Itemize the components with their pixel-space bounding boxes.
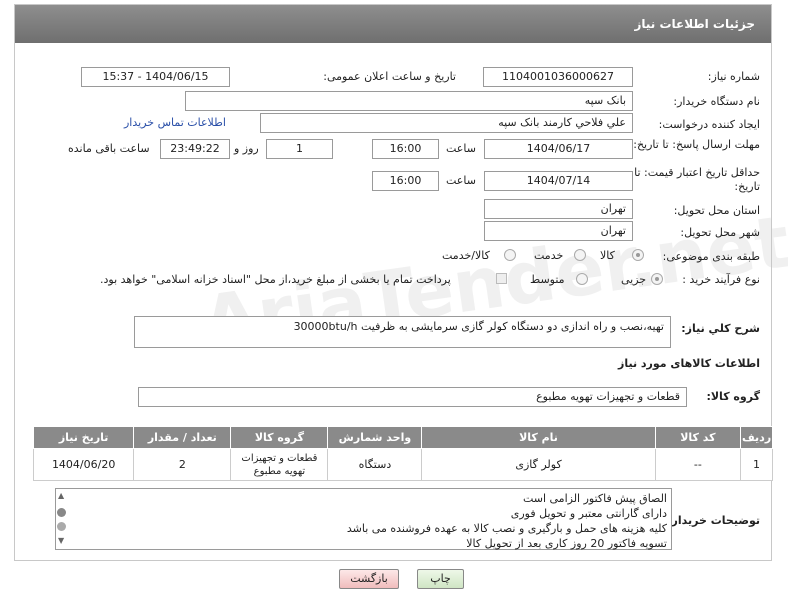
col-name-header: نام کالا: [421, 426, 656, 449]
col-row-header: ردیف: [740, 426, 773, 449]
city-field[interactable]: تهران: [484, 221, 633, 241]
col-qty-header: تعداد / مقدار: [133, 426, 232, 449]
scroll-thumb-icon[interactable]: [57, 508, 66, 517]
announce-label: تاریخ و ساعت اعلان عمومی:: [323, 70, 456, 83]
goods-group-field[interactable]: قطعات و تجهیزات تهویه مطبوع: [138, 387, 687, 407]
need-number-field[interactable]: 1104001036000627: [483, 67, 633, 87]
reply-time-label: ساعت: [446, 142, 476, 155]
category-label: طبقه بندی موضوعی:: [662, 250, 760, 263]
price-date-field[interactable]: 1404/07/14: [484, 171, 633, 191]
remaining-label: ساعت باقی مانده: [68, 142, 150, 155]
process-label: نوع فرآیند خرید :: [682, 273, 760, 286]
category-radio-goods[interactable]: [632, 249, 644, 261]
cell-date: 1404/06/20: [32, 448, 135, 481]
scroll-dot-icon: [57, 522, 66, 531]
notes-line: تسویه فاکتور 20 روز کاری بعد از تحویل کا…: [466, 537, 667, 550]
treasury-checkbox[interactable]: [496, 273, 507, 284]
price-time-label: ساعت: [446, 174, 476, 187]
category-service-label: خدمت: [534, 249, 564, 262]
notes-line: کلیه هزینه های حمل و بارگیری و نصب کالا …: [346, 522, 667, 535]
goods-table: ردیف کد کالا نام کالا واحد شمارش گروه کا…: [32, 426, 773, 481]
category-radio-both[interactable]: [504, 249, 516, 261]
payment-note: پرداخت تمام یا بخشی از مبلغ خرید،از محل …: [100, 273, 451, 286]
table-row[interactable]: 1 -- کولر گازی دستگاه قطعات و تجهیزات ته…: [32, 448, 773, 481]
col-code-header: کد کالا: [654, 426, 742, 449]
notes-scrollbar[interactable]: ▲ ▼: [55, 489, 69, 549]
scroll-up-icon[interactable]: ▲: [58, 491, 64, 500]
cell-code: --: [654, 448, 742, 481]
back-button[interactable]: بازگشت: [339, 569, 399, 589]
remaining-time-field[interactable]: 23:49:22: [160, 139, 230, 159]
notes-line: دارای گارانتی معتبر و تحویل فوری: [510, 507, 667, 520]
creator-field[interactable]: علي فلاحي کارمند بانک سپه: [260, 113, 633, 133]
buyer-org-label: نام دستگاه خریدار:: [673, 95, 760, 108]
process-medium-label: متوسط: [530, 273, 565, 286]
goods-group-label: گروه کالا:: [706, 390, 760, 403]
days-label: روز و: [234, 142, 259, 155]
col-unit-header: واحد شمارش: [327, 426, 423, 449]
category-radio-service[interactable]: [574, 249, 586, 261]
page-title: جزئیات اطلاعات نیاز: [634, 17, 755, 31]
need-number-label: شماره نیاز:: [707, 70, 760, 83]
table-header-row: ردیف کد کالا نام کالا واحد شمارش گروه کا…: [32, 426, 773, 449]
announce-field[interactable]: 1404/06/15 - 15:37: [81, 67, 230, 87]
province-field[interactable]: تهران: [484, 199, 633, 219]
reply-date-field[interactable]: 1404/06/17: [484, 139, 633, 159]
description-label: شرح کلي نياز:: [681, 322, 760, 335]
province-label: استان محل تحویل:: [673, 204, 760, 217]
process-radio-medium[interactable]: [576, 273, 588, 285]
cell-row: 1: [740, 448, 773, 481]
process-radio-minor[interactable]: [651, 273, 663, 285]
days-field[interactable]: 1: [266, 139, 333, 159]
col-group-header: گروه کالا: [230, 426, 329, 449]
city-label: شهر محل تحویل:: [680, 226, 760, 239]
notes-label: توضیحات خریدار:: [667, 514, 760, 527]
price-time-field[interactable]: 16:00: [372, 171, 439, 191]
page-header: جزئیات اطلاعات نیاز: [15, 5, 771, 43]
scroll-down-icon[interactable]: ▼: [58, 536, 64, 545]
cell-unit: دستگاه: [327, 448, 423, 481]
cell-group: قطعات و تجهیزات تهویه مطبوع: [230, 448, 329, 481]
goods-info-title: اطلاعات کالاهای مورد نیاز: [618, 357, 760, 370]
process-minor-label: جزیی: [621, 273, 647, 286]
cell-name: کولر گازی: [421, 448, 656, 481]
creator-label: ایجاد کننده درخواست:: [658, 118, 760, 131]
buyer-org-field[interactable]: بانک سپه: [185, 91, 633, 111]
reply-time-field[interactable]: 16:00: [372, 139, 439, 159]
category-goods-label: کالا: [600, 249, 615, 262]
notes-line: الصاق پیش فاکتور الزامی است: [522, 492, 667, 505]
notes-box[interactable]: الصاق پیش فاکتور الزامی است دارای گارانت…: [55, 488, 672, 550]
description-field[interactable]: تهیه،نصب و راه اندازی دو دستگاه کولر گاز…: [134, 316, 671, 348]
category-both-label: کالا/خدمت: [442, 249, 490, 262]
print-button[interactable]: چاپ: [417, 569, 464, 589]
cell-qty: 2: [133, 448, 232, 481]
contact-info-link[interactable]: اطلاعات تماس خریدار: [124, 116, 226, 129]
col-date-header: تاریخ نیاز: [32, 426, 135, 449]
